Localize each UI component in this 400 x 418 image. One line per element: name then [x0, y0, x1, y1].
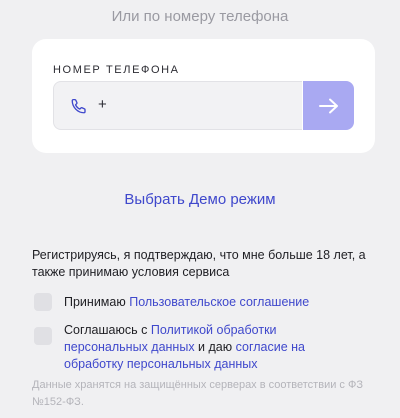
arrow-right-icon [318, 98, 338, 113]
user-agreement-link[interactable]: Пользовательское соглашение [129, 295, 309, 309]
accept-terms-checkbox[interactable] [34, 293, 52, 311]
accept-privacy-label: Соглашаюсь с Политикой обработки персонал… [64, 323, 305, 371]
agreement-text: Регистрируясь, я подтверждаю, что мне бо… [32, 248, 366, 279]
submit-phone-button[interactable] [303, 81, 354, 130]
phone-login-subtitle: Или по номеру телефона [111, 8, 289, 25]
phone-prefix: + [98, 96, 107, 113]
registration-panel: Или по номеру телефона НОМЕР ТЕЛЕФОНА + … [0, 0, 400, 418]
accept-terms-label: Принимаю Пользовательское соглашение [64, 295, 310, 309]
phone-icon [70, 97, 88, 115]
phone-field-label: НОМЕР ТЕЛЕФОНА [53, 64, 180, 76]
phone-input[interactable]: + [53, 81, 302, 130]
demo-mode-link[interactable]: Выбрать Демо режим [0, 191, 400, 208]
data-storage-note: Данные хранятся на защищённых серверах в… [32, 379, 363, 408]
accept-privacy-checkbox[interactable] [34, 327, 52, 345]
